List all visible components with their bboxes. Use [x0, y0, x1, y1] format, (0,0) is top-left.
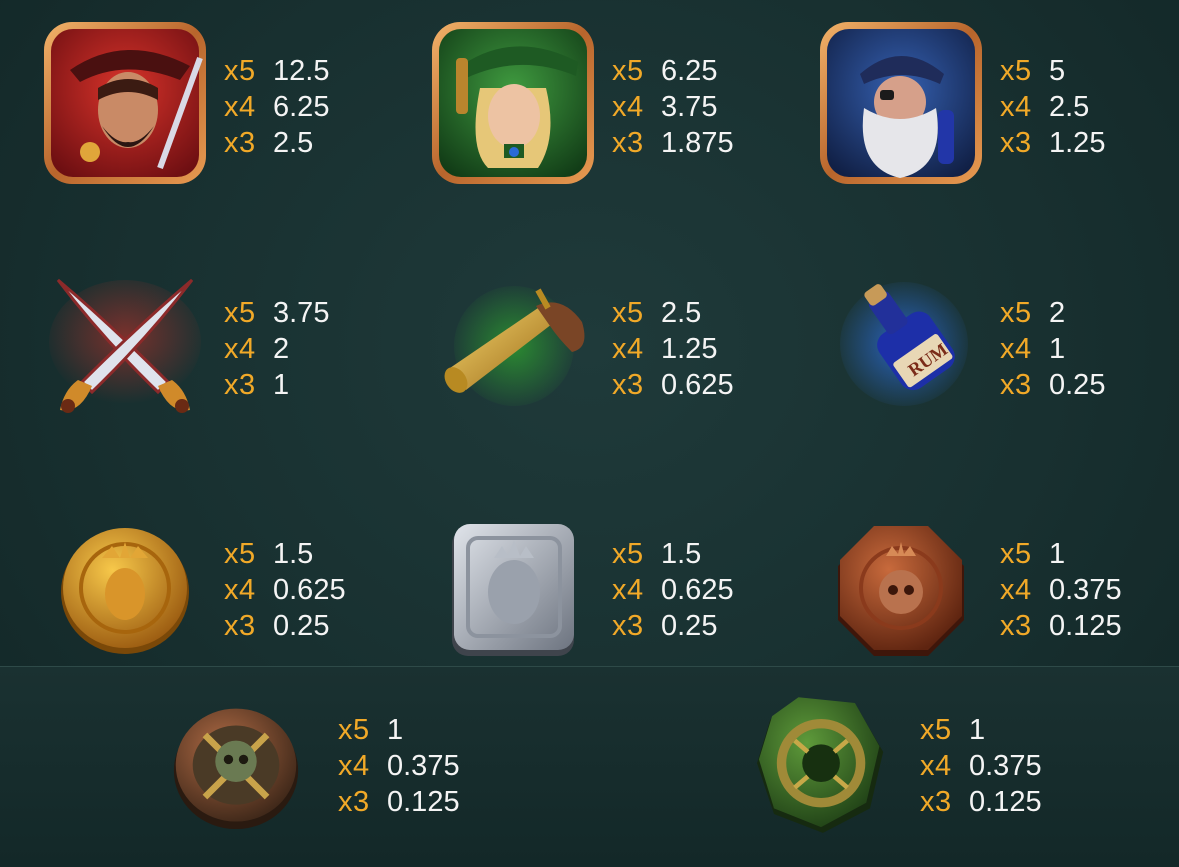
payout-value: 2.5 — [661, 297, 702, 329]
gold-coin-icon — [40, 508, 210, 678]
payout-value: 3.75 — [273, 297, 330, 329]
multiplier-label: x4 — [1000, 91, 1032, 123]
multiplier-label: x5 — [612, 538, 644, 570]
silver-king-coin-icon — [428, 508, 598, 678]
multiplier-label: x4 — [224, 574, 256, 606]
payout-value: 0.625 — [661, 574, 734, 606]
payout-value: 0.25 — [1049, 369, 1106, 401]
payout-value: 0.375 — [1049, 574, 1122, 606]
payout-value: 0.125 — [387, 786, 460, 818]
multiplier-label: x5 — [920, 714, 952, 746]
multiplier-label: x4 — [920, 750, 952, 782]
payout-value: 1.25 — [661, 333, 718, 365]
payout-value: 6.25 — [661, 55, 718, 87]
payout-value: 2.5 — [273, 127, 314, 159]
payout-value: 1 — [387, 714, 404, 746]
payout-value: 1.875 — [661, 127, 734, 159]
multiplier-label: x5 — [1000, 55, 1032, 87]
payout-value: 2.5 — [1049, 91, 1090, 123]
payout-value: 1 — [969, 714, 986, 746]
payout-value: 0.25 — [273, 610, 330, 642]
pirate-lady-portrait-icon — [428, 18, 598, 188]
copper-skull-coin-icon — [816, 508, 986, 678]
multiplier-label: x4 — [612, 91, 644, 123]
multiplier-label: x5 — [224, 55, 256, 87]
multiplier-label: x4 — [612, 574, 644, 606]
payout-value: 1 — [1049, 333, 1066, 365]
multiplier-label: x3 — [1000, 369, 1032, 401]
multiplier-label: x3 — [338, 786, 370, 818]
payout-value: 5 — [1049, 55, 1066, 87]
multiplier-label: x5 — [612, 55, 644, 87]
payout-value: 2 — [273, 333, 290, 365]
payout-value: 1.5 — [273, 538, 314, 570]
multiplier-label: x5 — [338, 714, 370, 746]
multiplier-label: x3 — [1000, 610, 1032, 642]
multiplier-label: x5 — [224, 297, 256, 329]
multiplier-label: x3 — [612, 610, 644, 642]
multiplier-label: x3 — [612, 127, 644, 159]
flintlock-pistol-icon — [432, 264, 602, 434]
pirate-captain-portrait-icon — [40, 18, 210, 188]
old-pirate-portrait-icon — [816, 18, 986, 188]
payout-value: 1 — [1049, 538, 1066, 570]
payout-value: 1.25 — [1049, 127, 1106, 159]
payout-value: 2 — [1049, 297, 1066, 329]
multiplier-label: x3 — [224, 127, 256, 159]
multiplier-label: x3 — [612, 369, 644, 401]
crossed-swords-icon — [40, 264, 210, 434]
multiplier-label: x3 — [224, 369, 256, 401]
payout-value: 3.75 — [661, 91, 718, 123]
payout-value: 12.5 — [273, 55, 330, 87]
multiplier-label: x5 — [1000, 297, 1032, 329]
payout-value: 0.625 — [273, 574, 346, 606]
payout-value: 0.125 — [969, 786, 1042, 818]
multiplier-label: x5 — [612, 297, 644, 329]
multiplier-label: x3 — [1000, 127, 1032, 159]
payout-value: 1 — [273, 369, 290, 401]
multiplier-label: x4 — [1000, 574, 1032, 606]
skull-crossbones-coin-icon — [156, 686, 316, 846]
multiplier-label: x4 — [224, 91, 256, 123]
rum-bottle-icon: RUM — [820, 264, 990, 434]
multiplier-label: x3 — [920, 786, 952, 818]
multiplier-label: x4 — [338, 750, 370, 782]
payout-value: 0.25 — [661, 610, 718, 642]
payout-value: 0.375 — [969, 750, 1042, 782]
payout-value: 0.625 — [661, 369, 734, 401]
payout-value: 0.125 — [1049, 610, 1122, 642]
payout-value: 0.375 — [387, 750, 460, 782]
multiplier-label: x5 — [1000, 538, 1032, 570]
jade-ring-coin-icon — [742, 686, 902, 846]
multiplier-label: x4 — [612, 333, 644, 365]
multiplier-label: x4 — [224, 333, 256, 365]
payout-value: 6.25 — [273, 91, 330, 123]
multiplier-label: x5 — [224, 538, 256, 570]
multiplier-label: x4 — [1000, 333, 1032, 365]
multiplier-label: x3 — [224, 610, 256, 642]
payout-value: 1.5 — [661, 538, 702, 570]
